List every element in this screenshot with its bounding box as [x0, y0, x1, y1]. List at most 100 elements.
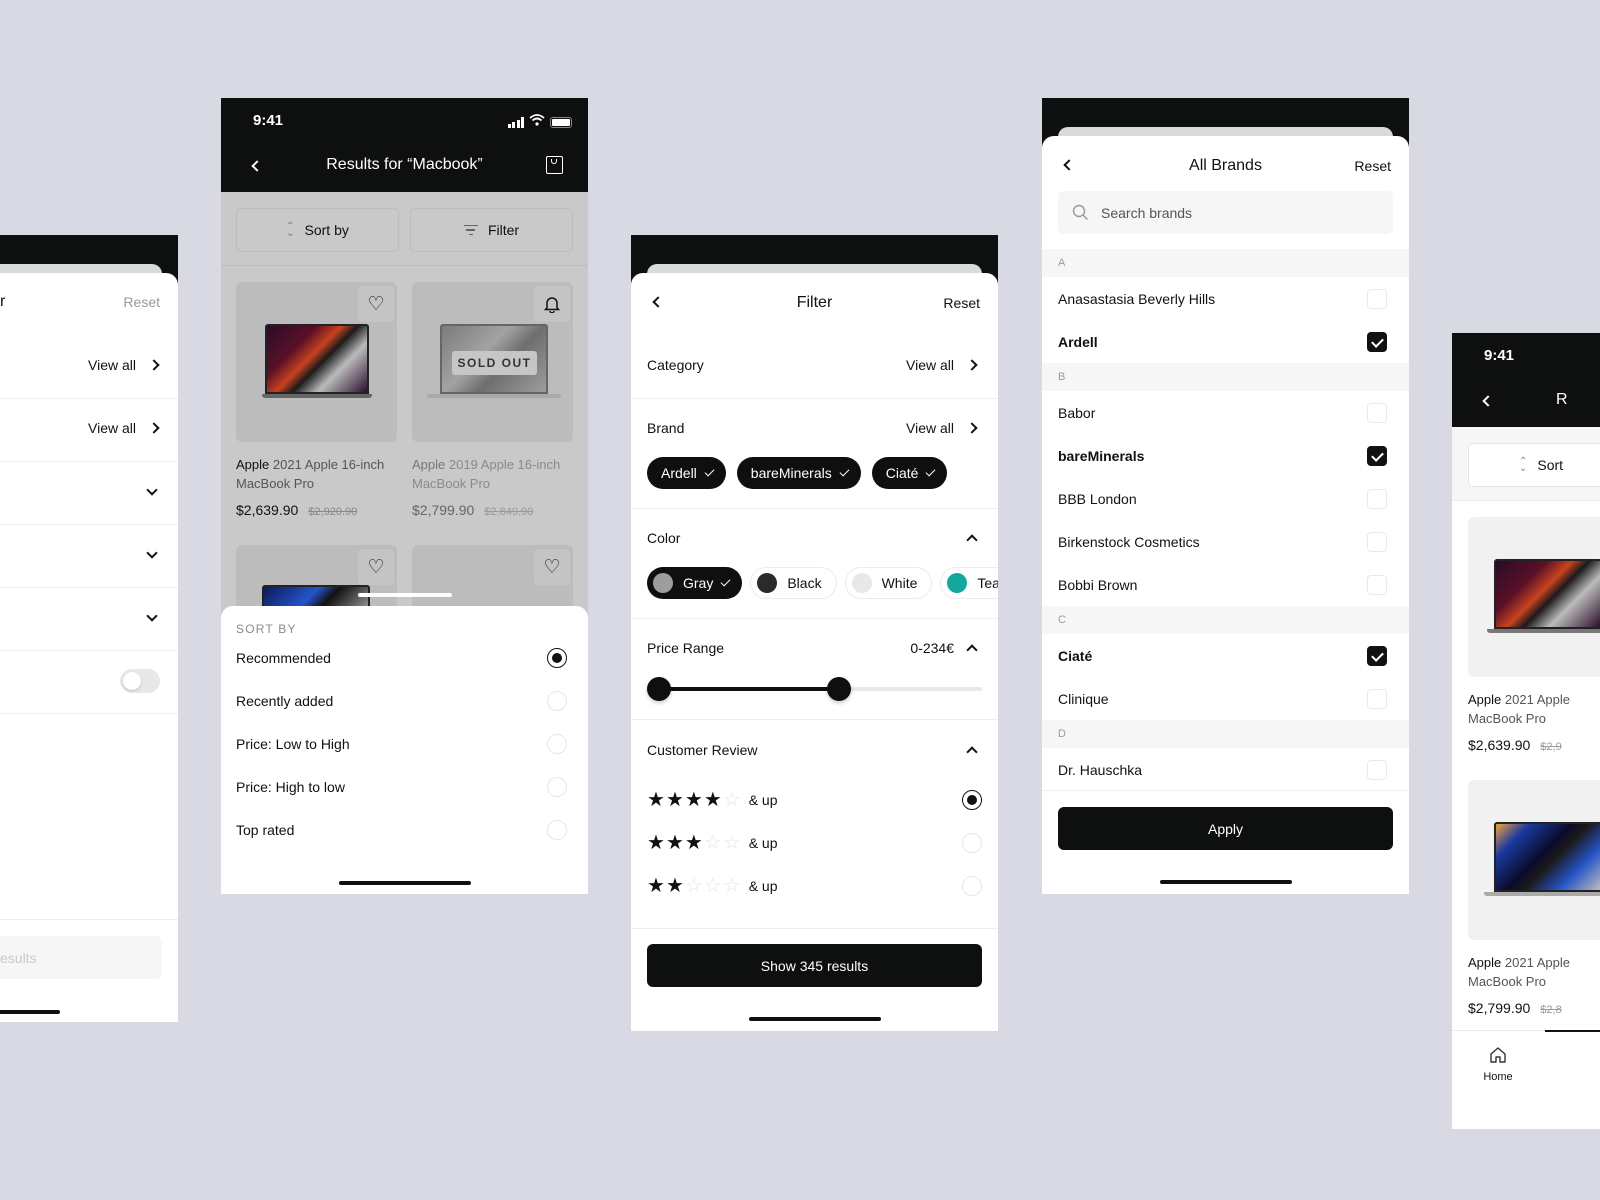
brand-list-item[interactable]: Anasastasia Beverly Hills: [1058, 277, 1387, 320]
filter-row-collapsed[interactable]: [0, 480, 158, 500]
back-button[interactable]: [1482, 395, 1494, 407]
gray-swatch: [653, 573, 673, 593]
radio[interactable]: [962, 876, 982, 896]
product-image[interactable]: [1468, 517, 1600, 677]
checkbox[interactable]: [1367, 488, 1387, 509]
filter-row-collapsed[interactable]: [0, 543, 158, 563]
radio-selected[interactable]: [962, 790, 982, 810]
product-image[interactable]: [1468, 780, 1600, 940]
filter-sheet: r Reset View all View all esults: [0, 273, 178, 1022]
slider-handle-max[interactable]: [827, 677, 852, 701]
apply-button[interactable]: Apply: [1058, 807, 1393, 850]
checkbox-checked[interactable]: [1367, 331, 1387, 352]
product-name[interactable]: Apple 2021 Apple MacBook Pro: [1468, 953, 1600, 991]
checkbox-checked[interactable]: [1367, 445, 1387, 466]
reset-button[interactable]: Reset: [1354, 158, 1391, 174]
review-option[interactable]: ★ ★ ★ ☆ ☆ & up: [647, 833, 982, 853]
price-range-slider[interactable]: [647, 677, 982, 701]
sort-button[interactable]: ⌃ ⌄ Sort: [1468, 443, 1600, 487]
brand-list-item[interactable]: Ardell: [1058, 320, 1387, 363]
chevron-up-icon[interactable]: [966, 746, 978, 758]
checkbox[interactable]: [1367, 574, 1387, 595]
home-indicator: [339, 881, 471, 885]
reset-button[interactable]: Reset: [943, 295, 980, 311]
sort-option[interactable]: Price: High to low: [236, 777, 567, 797]
sort-option[interactable]: Recently added: [236, 691, 567, 711]
favorite-button[interactable]: ♡: [534, 549, 570, 585]
brand-list-item[interactable]: Clinique: [1058, 677, 1387, 720]
brand-chip[interactable]: Ciaté: [871, 457, 948, 489]
checkbox[interactable]: [1367, 288, 1387, 309]
filter-button[interactable]: Filter: [410, 208, 573, 252]
favorite-button[interactable]: ♡: [358, 286, 394, 322]
filter-row-brand[interactable]: View all: [0, 420, 160, 436]
view-all-link[interactable]: View all: [906, 420, 954, 436]
bag-icon[interactable]: [546, 156, 563, 174]
brand-list-item[interactable]: Birkenstock Cosmetics: [1058, 520, 1387, 563]
favorite-button[interactable]: ♡: [358, 549, 394, 585]
color-chip-black[interactable]: Black: [750, 567, 837, 599]
sort-option[interactable]: Recommended: [236, 648, 567, 668]
product-name[interactable]: Apple 2021 Apple MacBook Pro: [1468, 690, 1600, 728]
filter-row-category[interactable]: Category View all: [647, 357, 982, 373]
brand-chip[interactable]: Ardell: [647, 457, 726, 489]
sort-button[interactable]: ⌃ ⌄ Sort by: [236, 208, 399, 252]
filter-row-color[interactable]: Color: [647, 530, 982, 546]
radio-selected[interactable]: [547, 648, 567, 668]
product-name[interactable]: Apple 2019 Apple 16-inch MacBook Pro: [412, 455, 577, 493]
slider-handle-min[interactable]: [647, 677, 671, 701]
checkbox[interactable]: [1367, 402, 1387, 423]
tab-home[interactable]: Home: [1472, 1045, 1524, 1083]
home-icon: [1490, 1047, 1506, 1063]
product-name[interactable]: Apple 2021 Apple 16-inch MacBook Pro: [236, 455, 401, 493]
radio[interactable]: [547, 691, 567, 711]
reset-button[interactable]: Reset: [123, 294, 160, 310]
filter-row-category[interactable]: View all: [0, 357, 160, 373]
toggle-switch[interactable]: [120, 669, 160, 693]
checkbox-checked[interactable]: [1367, 645, 1387, 666]
radio[interactable]: [962, 833, 982, 853]
view-all-link[interactable]: View all: [906, 357, 954, 373]
checkbox[interactable]: [1367, 688, 1387, 709]
divider: [631, 719, 998, 720]
brand-search-input[interactable]: Search brands: [1058, 191, 1393, 234]
price-range-value: 0-234€: [910, 640, 954, 656]
star-filled-icon: ★: [647, 832, 665, 854]
view-all-link[interactable]: View all: [88, 420, 136, 436]
radio[interactable]: [547, 777, 567, 797]
filter-row-collapsed[interactable]: [0, 606, 158, 626]
brand-list-item[interactable]: BBB London: [1058, 477, 1387, 520]
show-results-button-disabled[interactable]: esults: [0, 936, 162, 979]
checkbox[interactable]: [1367, 531, 1387, 552]
filter-row-price[interactable]: Price Range 0-234€: [647, 640, 982, 656]
filter-row-brand[interactable]: Brand View all: [647, 420, 982, 436]
brand-chip[interactable]: bareMinerals: [736, 457, 861, 489]
filter-row-review[interactable]: Customer Review: [647, 742, 982, 758]
chevron-right-icon: [966, 422, 978, 434]
radio[interactable]: [547, 734, 567, 754]
sort-option[interactable]: Top rated: [236, 820, 567, 840]
product-price: $2,639.90 $2,9: [1468, 737, 1562, 753]
rating-stars: ★ ★ ☆ ☆ ☆: [647, 876, 741, 896]
color-chip-gray[interactable]: Gray: [647, 567, 743, 599]
show-results-button[interactable]: Show 345 results: [647, 944, 982, 987]
view-all-link[interactable]: View all: [88, 357, 136, 373]
product-image[interactable]: ♡: [236, 282, 397, 442]
brand-list-item[interactable]: Dr. Hauschka: [1058, 748, 1387, 791]
review-option[interactable]: ★ ★ ★ ★ ☆ & up: [647, 790, 982, 810]
product-image[interactable]: SOLD OUT: [412, 282, 573, 442]
color-chip-teal[interactable]: Teal: [940, 567, 998, 599]
brand-list-item[interactable]: Babor: [1058, 391, 1387, 434]
notify-button[interactable]: [534, 286, 570, 322]
chevron-up-icon[interactable]: [966, 644, 978, 656]
color-chip-white[interactable]: White: [844, 567, 933, 599]
brand-list-item[interactable]: Ciaté: [1058, 634, 1387, 677]
brand-list-item[interactable]: bareMinerals: [1058, 434, 1387, 477]
sort-option[interactable]: Price: Low to High: [236, 734, 567, 754]
chevron-up-icon[interactable]: [966, 534, 978, 546]
brand-list-item[interactable]: Bobbi Brown: [1058, 563, 1387, 606]
radio[interactable]: [547, 820, 567, 840]
checkbox[interactable]: [1367, 759, 1387, 780]
tab-indicator: [1545, 1030, 1600, 1032]
review-option[interactable]: ★ ★ ☆ ☆ ☆ & up: [647, 876, 982, 896]
